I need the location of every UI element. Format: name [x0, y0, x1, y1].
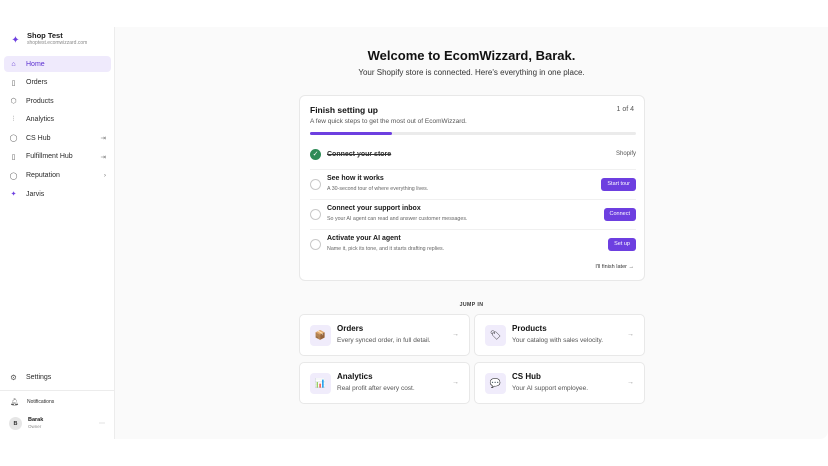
gear-icon: ⚙ [10, 372, 17, 382]
tile-description: Your catalog with sales velocity. [512, 337, 604, 344]
user-role: Owner [28, 424, 42, 429]
bell-icon: 🔔︎ [10, 399, 19, 406]
chevron-right-icon: › [103, 171, 106, 179]
setup-title: Finish setting up [310, 105, 378, 115]
set-up-button[interactable]: Set up [608, 238, 636, 251]
wizard-logo-icon: ✦ [11, 35, 20, 46]
sidebar-item-label: Reputation [26, 172, 60, 180]
setup-progress-fill [310, 132, 392, 135]
sidebar-item-cs-hub[interactable]: ◯ CS Hub ⇥ [4, 130, 111, 146]
sidebar-item-reputation[interactable]: ◯ Reputation › [4, 168, 111, 184]
page-title: Welcome to EcomWizzard, Barak. [367, 48, 576, 63]
setup-count: 1 of 4 [616, 106, 634, 113]
document-icon: ▯ [11, 153, 16, 161]
sidebar-item-settings[interactable]: ⚙ Settings [4, 369, 111, 385]
main-content: Welcome to EcomWizzard, Barak. Your Shop… [115, 27, 828, 439]
sidebar-item-label: Fulfillment Hub [26, 153, 73, 161]
sidebar-divider [0, 390, 115, 391]
sidebar-item-label: CS Hub [26, 134, 51, 142]
home-icon: ⌂ [11, 60, 16, 68]
notifications-button[interactable]: 🔔︎ Notifications [10, 398, 54, 406]
jump-in-heading: JUMP IN [459, 302, 484, 308]
exit-icon: ⇥ [100, 135, 106, 143]
store-domain: shoptest.ecomwizzard.com [27, 40, 88, 46]
sidebar-item-orders[interactable]: ▯ Orders [4, 75, 111, 91]
tile-orders[interactable]: 📦 Orders Every synced order, in full det… [299, 314, 470, 356]
sidebar-item-label: Home [26, 60, 45, 68]
store-switcher[interactable]: ✦ Shop Test shoptest.ecomwizzard.com [10, 31, 110, 49]
tag-icon: 🏷 [485, 325, 506, 346]
page-subtitle: Your Shopify store is connected. Here's … [358, 68, 585, 77]
exit-icon: ⇥ [100, 153, 106, 161]
box-icon: ⬡ [10, 98, 17, 106]
bottom-strip [0, 439, 828, 466]
sidebar-nav: ⌂ Home ▯ Orders ⬡ Products ⫶ Analytics ◯… [4, 56, 111, 205]
setup-description: A few quick steps to get the most out of… [310, 118, 467, 125]
tile-title: Analytics [337, 372, 373, 381]
sidebar-item-label: Products [26, 97, 54, 105]
sidebar-item-label: Orders [26, 79, 48, 87]
chat-icon: ◯ [9, 135, 18, 143]
setup-step: Connect your support inbox So your AI ag… [310, 200, 636, 230]
user-menu[interactable]: B Barak Owner ⋯ [9, 417, 109, 430]
start-tour-button[interactable]: Start tour [601, 178, 636, 191]
arrow-right-icon: → [452, 379, 459, 386]
package-icon: 📦 [310, 325, 331, 346]
setup-progress-bar [310, 132, 636, 135]
sidebar-item-fulfillment-hub[interactable]: ▯ Fulfillment Hub ⇥ [4, 149, 111, 165]
setup-card: Finish setting up 1 of 4 A few quick ste… [299, 95, 645, 281]
step-description: So your AI agent can read and answer cus… [327, 216, 468, 222]
step-status: Shopify [615, 151, 636, 157]
user-name: Barak [28, 417, 44, 423]
empty-circle-icon [310, 179, 321, 190]
more-icon: ⋯ [99, 421, 105, 427]
sidebar-item-label: Analytics [26, 116, 55, 124]
chart-icon: ⫶ [12, 115, 15, 123]
arrow-right-icon: → [627, 331, 634, 338]
setup-step: See how it works A 30-second tour of whe… [310, 170, 636, 200]
tile-title: Orders [337, 324, 364, 333]
tile-title: CS Hub [512, 372, 541, 381]
app-window: ✦ Shop Test shoptest.ecomwizzard.com ⌂ H… [0, 27, 828, 439]
sidebar-item-analytics[interactable]: ⫶ Analytics [4, 112, 111, 128]
sidebar-item-products[interactable]: ⬡ Products [4, 93, 111, 109]
chat-icon: ◯ [9, 172, 18, 180]
store-name: Shop Test [27, 31, 63, 40]
tile-description: Every synced order, in full detail. [337, 337, 431, 344]
step-title: Activate your AI agent [327, 235, 401, 242]
settings-label: Settings [26, 373, 52, 381]
bar-chart-icon: 📊 [310, 373, 331, 394]
empty-circle-icon [310, 209, 321, 220]
sidebar-item-jarvis[interactable]: ✦ Jarvis [4, 186, 111, 202]
connect-button[interactable]: Connect [603, 208, 636, 221]
empty-circle-icon [310, 239, 321, 250]
tile-products[interactable]: 🏷 Products Your catalog with sales veloc… [474, 314, 645, 356]
tile-title: Products [512, 324, 547, 333]
step-title: Connect your support inbox [327, 205, 421, 212]
speech-bubble-icon: 💬 [485, 373, 506, 394]
check-icon: ✓ [310, 149, 321, 160]
step-title: See how it works [327, 175, 384, 182]
setup-step: Activate your AI agent Name it, pick its… [310, 230, 636, 260]
arrow-right-icon: → [452, 331, 459, 338]
top-strip [0, 0, 828, 27]
step-title: Connect your store [327, 151, 392, 158]
sidebar-item-home[interactable]: ⌂ Home [4, 56, 111, 72]
sidebar-item-label: Jarvis [26, 190, 45, 198]
document-icon: ▯ [11, 79, 16, 87]
avatar: B [9, 417, 22, 430]
sidebar: ✦ Shop Test shoptest.ecomwizzard.com ⌂ H… [0, 27, 115, 439]
sparkle-icon: ✦ [10, 191, 17, 199]
tile-cs-hub[interactable]: 💬 CS Hub Your AI support employee. → [474, 362, 645, 404]
tile-description: Your AI support employee. [512, 385, 589, 392]
arrow-right-icon: → [627, 379, 634, 386]
step-description: Name it, pick its tone, and it starts dr… [327, 246, 445, 252]
tile-description: Real profit after every cost. [337, 385, 415, 392]
finish-later-link[interactable]: I'll finish later → [595, 264, 634, 270]
notifications-label: Notifications [27, 399, 55, 405]
setup-step: ✓ Connect your store Shopify [310, 140, 636, 170]
step-description: A 30-second tour of where everything liv… [327, 186, 429, 192]
tile-analytics[interactable]: 📊 Analytics Real profit after every cost… [299, 362, 470, 404]
